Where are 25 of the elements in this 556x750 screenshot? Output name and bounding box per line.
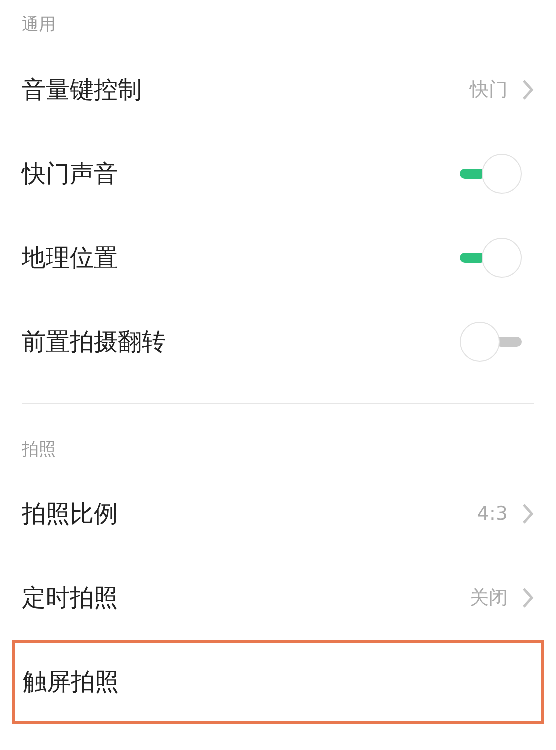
section-header: 通用 [22,15,56,35]
row-label: 地理位置 [22,243,118,274]
settings-row[interactable]: 定时拍照 关闭 [0,556,556,640]
settings-row[interactable]: 拍照比例 4:3 [0,472,556,556]
settings-row[interactable]: 触屏拍照 [12,640,544,724]
settings-row[interactable]: 音量键控制 快门 [0,48,556,132]
chevron-icon [522,79,534,101]
row-value: 快门 [470,78,508,103]
row-value: 4:3 [477,502,508,527]
settings-row[interactable]: 地理位置 [0,216,556,300]
toggle-switch[interactable] [460,154,522,194]
chevron-icon [522,503,534,525]
row-label: 触屏拍照 [23,667,119,698]
row-label: 定时拍照 [22,583,118,614]
chevron-icon [522,587,534,609]
row-value: 关闭 [470,586,508,611]
row-label: 拍照比例 [22,499,118,530]
section-header: 拍照 [22,440,56,460]
toggle-switch[interactable] [460,238,522,278]
settings-row[interactable]: 快门声音 [0,132,556,216]
settings-row[interactable]: 前置拍摄翻转 [0,300,556,384]
row-label: 音量键控制 [22,75,142,106]
row-label: 前置拍摄翻转 [22,327,166,358]
row-label: 快门声音 [22,159,118,190]
toggle-switch[interactable] [460,322,522,362]
